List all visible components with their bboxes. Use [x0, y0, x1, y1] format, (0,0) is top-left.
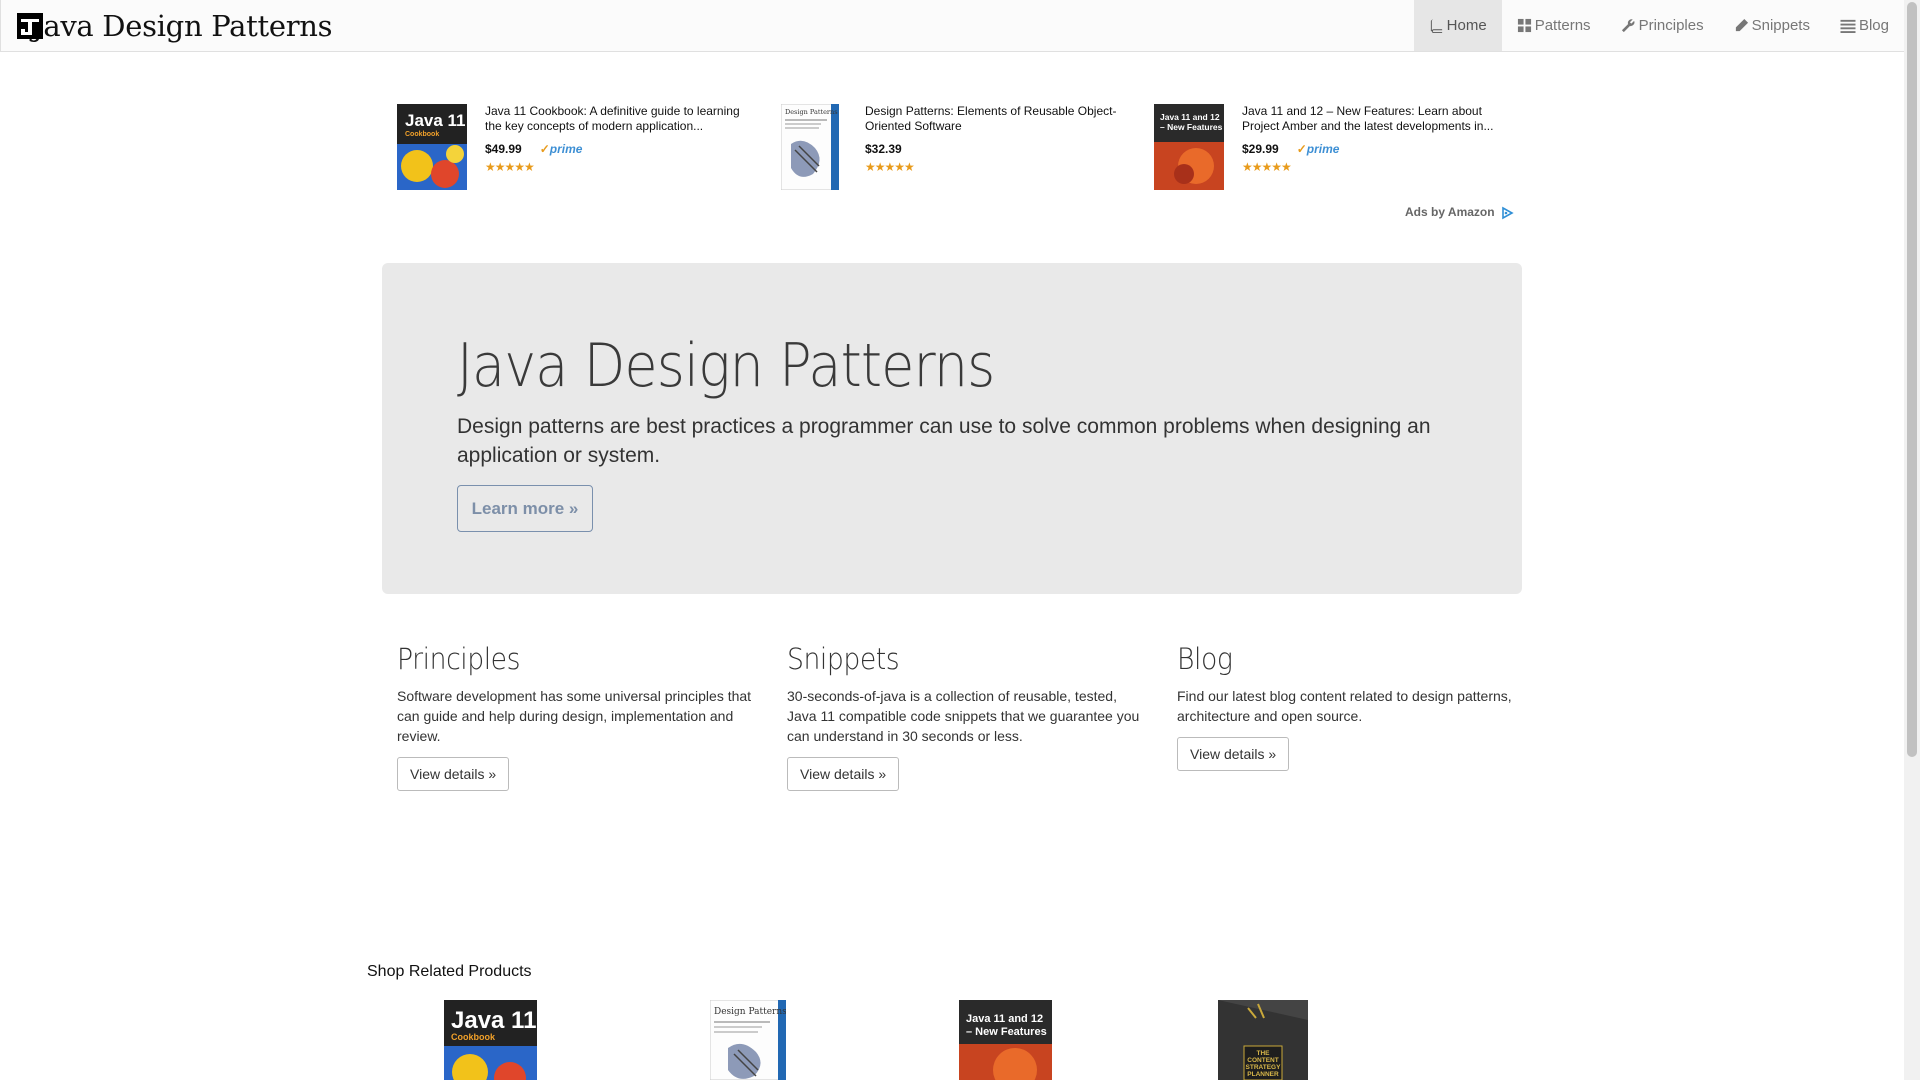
- product-design-patterns[interactable]: Design Patterns: [710, 1000, 786, 1080]
- rating-stars: ★★★★★: [485, 160, 535, 174]
- book-cover-java11-12: Java 11 and 12 – New Features: [1154, 104, 1224, 190]
- prime-badge: ✓prime: [539, 142, 583, 156]
- prime-badge: ✓prime: [1296, 142, 1340, 156]
- navbar: Java Design Patterns Home Patterns Princ…: [0, 0, 1904, 52]
- product-java11-cookbook[interactable]: Java 11 Cookbook: [444, 1000, 537, 1080]
- adchoices-icon[interactable]: [1500, 206, 1514, 220]
- scrollbar-thumb[interactable]: [1907, 2, 1917, 757]
- nav-home[interactable]: Home: [1413, 0, 1502, 51]
- shop-related-title: Shop Related Products: [367, 963, 532, 980]
- book-cover-java11-cookbook: Java 11 Cookbook: [397, 104, 467, 190]
- cover-title: Java 11 and 12: [1160, 112, 1220, 122]
- ad-title[interactable]: Java 11 and 12 – New Features: Learn abo…: [1242, 104, 1512, 134]
- column-heading: Principles: [397, 642, 521, 676]
- nav-home-label: Home: [1446, 17, 1487, 34]
- ad-title[interactable]: Java 11 Cookbook: A definitive guide to …: [485, 104, 755, 134]
- grid-icon: [1517, 18, 1531, 33]
- view-details-button[interactable]: View details »: [397, 757, 510, 791]
- check-icon: ✓: [1296, 142, 1307, 156]
- cover-subtitle: – New Features: [1160, 122, 1223, 132]
- cover-title: Design Patterns: [785, 108, 838, 116]
- nav-patterns[interactable]: Patterns: [1502, 0, 1606, 51]
- ad-price: $29.99: [1242, 142, 1279, 156]
- view-details-button[interactable]: View details »: [1177, 737, 1290, 771]
- cover-subtitle: Cookbook: [451, 1032, 496, 1042]
- rating-stars: ★★★★★: [865, 160, 915, 174]
- list-icon: [1840, 19, 1856, 33]
- view-details-button[interactable]: View details »: [787, 757, 900, 791]
- check-icon: ✓: [539, 142, 550, 156]
- book-cover-design-patterns: Design Patterns: [781, 104, 839, 190]
- cover-subtitle: Cookbook: [405, 131, 439, 138]
- blog-column: Blog Find our latest blog content relate…: [1177, 642, 1537, 771]
- nav-snippets-label: Snippets: [1751, 17, 1810, 34]
- nav-snippets[interactable]: Snippets: [1719, 0, 1825, 51]
- rating-stars: ★★★★★: [1242, 160, 1292, 174]
- cover-title: Java 11: [405, 111, 466, 130]
- wrench-icon: [1621, 19, 1634, 33]
- ad-title[interactable]: Design Patterns: Elements of Reusable Ob…: [865, 104, 1135, 134]
- ads-by-amazon[interactable]: Ads by Amazon: [1405, 205, 1495, 219]
- pencil-icon: [1735, 18, 1748, 32]
- column-text: Software development has some universal …: [397, 688, 752, 744]
- hero-jumbotron: Java Design Patterns Design patterns are…: [382, 263, 1522, 594]
- product-content-strategy-planner[interactable]: THE CONTENT STRATEGY PLANNER: [1218, 1000, 1308, 1080]
- cover-title: Design Patterns: [714, 1007, 786, 1017]
- ad-price: $49.99: [485, 142, 522, 156]
- nav-blog[interactable]: Blog: [1825, 0, 1904, 51]
- product-java11-12[interactable]: Java 11 and 12 – New Features: [959, 1000, 1052, 1080]
- ad-item[interactable]: Java 11 and 12 – New Features Java 11 an…: [1154, 104, 1512, 194]
- nav-patterns-label: Patterns: [1534, 17, 1591, 34]
- ad-item[interactable]: Design Patterns Design Patterns: Element…: [781, 104, 1135, 194]
- principles-column: Principles Software development has some…: [397, 642, 757, 791]
- snippets-column: Snippets 30-seconds-of-java is a collect…: [787, 642, 1147, 791]
- cover-title: Java 11: [451, 1007, 536, 1034]
- book-icon: [1430, 18, 1442, 33]
- column-heading: Snippets: [787, 642, 900, 676]
- ad-item[interactable]: Java 11 Cookbook Java 11 Cookbook: A def…: [397, 104, 755, 194]
- ad-price: $32.39: [865, 142, 902, 156]
- nav-principles-label: Principles: [1638, 17, 1704, 34]
- nav-blog-label: Blog: [1858, 17, 1889, 34]
- learn-more-button[interactable]: Learn more »: [457, 485, 593, 532]
- column-text: Find our latest blog content related to …: [1177, 688, 1512, 724]
- brand-title: Java Design Patterns: [32, 9, 333, 43]
- cover-title: THE CONTENT STRATEGY PLANNER: [1245, 1050, 1281, 1078]
- hero-description: Design patterns are best practices a pro…: [457, 415, 1431, 467]
- column-heading: Blog: [1177, 642, 1233, 676]
- nav-principles[interactable]: Principles: [1606, 0, 1719, 51]
- main-nav: Home Patterns Principles Snippets Blog: [1413, 0, 1904, 51]
- java-logo-icon: [15, 11, 45, 41]
- cover-subtitle: – New Features: [966, 1026, 1047, 1038]
- hero-title: Java Design Patterns: [457, 331, 995, 401]
- cover-title: Java 11 and 12: [966, 1013, 1043, 1025]
- page-scrollbar[interactable]: [1904, 0, 1920, 1080]
- brand-logo[interactable]: Java Design Patterns: [15, 8, 333, 44]
- column-text: 30-seconds-of-java is a collection of re…: [787, 688, 1140, 744]
